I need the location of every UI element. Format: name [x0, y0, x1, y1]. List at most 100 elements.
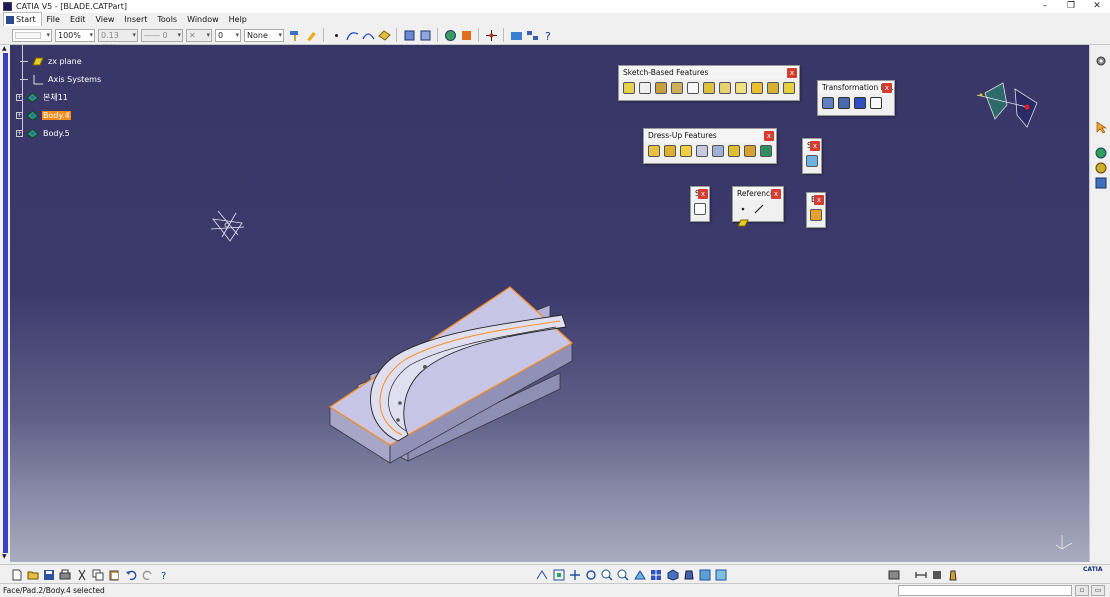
removed-multi-section-icon[interactable]	[766, 81, 780, 95]
spline-icon[interactable]	[361, 28, 375, 42]
zoom-out-icon[interactable]	[616, 568, 629, 581]
cut-icon[interactable]	[75, 568, 88, 581]
menu-tools[interactable]: Tools	[152, 13, 182, 26]
measure-between-icon[interactable]	[914, 568, 927, 581]
multi-section-solid-icon[interactable]	[750, 81, 764, 95]
sketch-icon[interactable]	[694, 202, 706, 216]
part-design-icon[interactable]	[443, 28, 457, 42]
quick-view-icon[interactable]	[402, 28, 416, 42]
catalog-icon[interactable]	[525, 28, 539, 42]
save-icon[interactable]	[42, 568, 55, 581]
close-palette-button[interactable]: x	[764, 131, 774, 141]
view-mode-icon[interactable]	[418, 28, 432, 42]
stiffener-icon[interactable]	[734, 81, 748, 95]
pad-icon[interactable]	[622, 81, 636, 95]
blade-part-3d-model[interactable]	[310, 235, 590, 465]
power-input-options-button[interactable]: ▭	[1091, 585, 1105, 596]
measure-icon[interactable]	[459, 28, 473, 42]
tree-item-body11[interactable]: + 본체11	[16, 91, 69, 103]
tree-item-axis-systems[interactable]: Axis Systems	[20, 73, 102, 85]
fit-all-icon[interactable]	[552, 568, 565, 581]
expand-toggle[interactable]: +	[16, 93, 23, 101]
hole-icon[interactable]	[686, 81, 700, 95]
point-icon[interactable]	[736, 202, 750, 216]
reference-elements-toolbar[interactable]: Reference... x	[732, 186, 784, 227]
line-type-combo[interactable]: —— 0	[141, 28, 183, 42]
measure-item-icon[interactable]	[930, 568, 943, 581]
dress-up-features-toolbar[interactable]: Dress-Up Features x	[643, 128, 777, 164]
scan-icon[interactable]	[887, 568, 900, 581]
mirror-icon[interactable]	[837, 96, 851, 110]
view-render-icon[interactable]	[1094, 161, 1107, 174]
transformation-features-toolbar[interactable]: Transformation Fe... x	[817, 80, 895, 116]
close-palette-button[interactable]: x	[787, 68, 797, 78]
translation-icon[interactable]	[821, 96, 835, 110]
menu-view[interactable]: View	[90, 13, 119, 26]
web-icon[interactable]	[509, 28, 523, 42]
shell-icon[interactable]	[695, 144, 709, 158]
constraint-icon[interactable]	[1094, 176, 1107, 189]
surface-icon[interactable]	[377, 28, 391, 42]
curve-icon[interactable]	[345, 28, 359, 42]
settings-gear-icon[interactable]	[1094, 54, 1107, 67]
split-icon[interactable]	[806, 154, 818, 168]
expand-toggle[interactable]: +	[16, 129, 23, 137]
update-icon[interactable]	[1094, 146, 1107, 159]
groove-icon[interactable]	[670, 81, 684, 95]
redo-icon[interactable]	[141, 568, 154, 581]
paste-icon[interactable]	[107, 568, 120, 581]
measure-inertia-icon[interactable]	[946, 568, 959, 581]
open-folder-icon[interactable]	[26, 568, 39, 581]
scaling-icon[interactable]	[869, 96, 883, 110]
boolean-operations-toolbar[interactable]: B x	[806, 192, 826, 228]
zoom-in-icon[interactable]	[600, 568, 613, 581]
compass-icon[interactable]	[484, 28, 498, 42]
layer-combo[interactable]: None	[244, 28, 284, 42]
fly-mode-icon[interactable]	[535, 568, 548, 581]
normal-view-icon[interactable]	[633, 568, 646, 581]
close-palette-button[interactable]: x	[882, 83, 892, 93]
fill-color-combo[interactable]	[12, 28, 52, 42]
print-icon[interactable]	[58, 568, 71, 581]
close-palette-button[interactable]: x	[810, 141, 820, 151]
sketcher-toolbar[interactable]: S x	[690, 186, 710, 222]
shaft-icon[interactable]	[654, 81, 668, 95]
point-symbol-combo[interactable]: ✕	[186, 28, 212, 42]
menu-file[interactable]: File	[42, 13, 65, 26]
menu-edit[interactable]: Edit	[65, 13, 91, 26]
scroll-track[interactable]	[3, 53, 8, 553]
menu-help[interactable]: Help	[224, 13, 252, 26]
edge-fillet-icon[interactable]	[647, 144, 661, 158]
scroll-down-arrow[interactable]: ▼	[2, 553, 7, 560]
pocket-icon[interactable]	[638, 81, 652, 95]
tree-item-body5[interactable]: + Body.5	[16, 127, 71, 139]
power-input-field[interactable]	[898, 585, 1072, 596]
hide-show-icon[interactable]	[698, 568, 711, 581]
line-icon[interactable]	[752, 202, 766, 216]
expand-toggle[interactable]: +	[16, 111, 23, 119]
tree-item-body4[interactable]: + Body.4	[16, 109, 71, 121]
close-palette-button[interactable]: x	[698, 189, 708, 199]
rotate-icon[interactable]	[584, 568, 597, 581]
maximize-button[interactable]: ❐	[1058, 0, 1084, 13]
transparency-combo[interactable]: 100%	[55, 28, 95, 42]
close-button[interactable]: ✕	[1084, 0, 1110, 13]
close-palette-button[interactable]: x	[771, 189, 781, 199]
shading-icon[interactable]	[682, 568, 695, 581]
replace-face-icon[interactable]	[759, 144, 773, 158]
line-thickness-combo[interactable]: 0.13 mm	[98, 28, 138, 51]
plane-icon[interactable]	[736, 216, 750, 230]
point-icon[interactable]	[329, 28, 343, 42]
view-compass[interactable]	[975, 75, 1043, 131]
solid-combine-icon[interactable]	[782, 81, 796, 95]
close-palette-button[interactable]: x	[814, 195, 824, 205]
sketch-based-features-toolbar[interactable]: Sketch-Based Features x	[618, 65, 800, 101]
remove-face-icon[interactable]	[743, 144, 757, 158]
select-arrow-icon[interactable]	[1094, 120, 1107, 133]
whats-this-help-icon[interactable]: ?	[157, 568, 170, 581]
undo-icon[interactable]	[124, 568, 137, 581]
paint-brush-icon[interactable]	[304, 28, 318, 42]
menu-window[interactable]: Window	[182, 13, 224, 26]
scroll-up-arrow[interactable]: ▲	[2, 45, 7, 52]
surface-based-features-toolbar[interactable]: S x	[802, 138, 822, 174]
